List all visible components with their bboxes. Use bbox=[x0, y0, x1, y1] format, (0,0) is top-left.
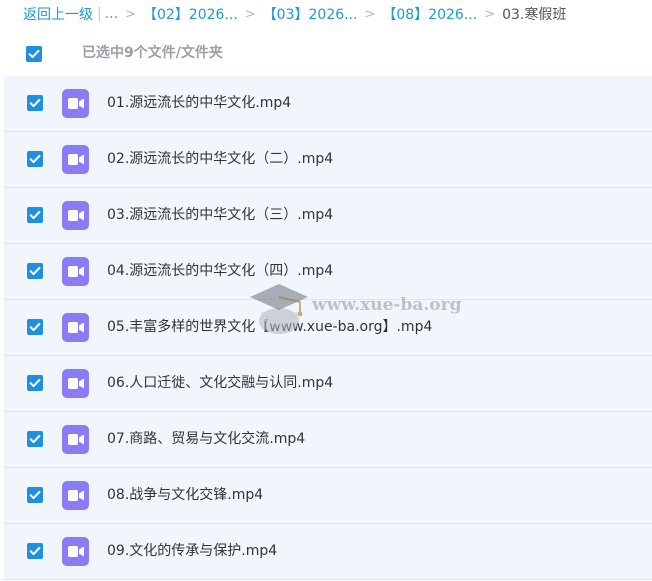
file-row[interactable]: 05.丰富多样的世界文化【www.xue-ba.org】.mp4 bbox=[4, 300, 652, 356]
video-file-icon bbox=[62, 481, 89, 510]
file-checkbox[interactable] bbox=[27, 487, 43, 503]
file-checkbox[interactable] bbox=[27, 95, 43, 111]
breadcrumb-separator: > bbox=[244, 6, 256, 22]
checkmark-icon bbox=[29, 322, 41, 332]
file-name[interactable]: 03.源远流长的中华文化（三）.mp4 bbox=[107, 188, 333, 243]
file-row[interactable]: 04.源远流长的中华文化（四）.mp4 bbox=[4, 244, 652, 300]
file-list: 01.源远流长的中华文化.mp4 02.源远流长的中华文化（二）.mp4 03.… bbox=[4, 76, 652, 580]
selection-count-label: 已选中9个文件/文件夹 bbox=[82, 45, 223, 61]
file-row[interactable]: 09.文化的传承与保护.mp4 bbox=[4, 524, 652, 580]
file-row[interactable]: 06.人口迁徙、文化交融与认同.mp4 bbox=[4, 356, 652, 412]
checkmark-icon bbox=[29, 378, 41, 388]
video-file-icon bbox=[62, 537, 89, 566]
file-checkbox[interactable] bbox=[27, 431, 43, 447]
video-file-icon bbox=[62, 89, 89, 118]
file-checkbox[interactable] bbox=[27, 319, 43, 335]
checkmark-icon bbox=[29, 546, 41, 556]
breadcrumb-separator: > bbox=[484, 6, 496, 22]
file-checkbox[interactable] bbox=[27, 151, 43, 167]
breadcrumb-separator: > bbox=[125, 6, 136, 22]
selection-header: 已选中9个文件/文件夹 bbox=[0, 30, 652, 76]
file-checkbox[interactable] bbox=[27, 543, 43, 559]
breadcrumb-item-1[interactable]: 【02】2026... bbox=[143, 4, 238, 24]
file-checkbox[interactable] bbox=[27, 263, 43, 279]
video-file-icon bbox=[62, 425, 89, 454]
file-row[interactable]: 07.商路、贸易与文化交流.mp4 bbox=[4, 412, 652, 468]
file-name[interactable]: 06.人口迁徙、文化交融与认同.mp4 bbox=[107, 356, 333, 411]
breadcrumb: 返回上一级 | ... > 【02】2026... > 【03】2026... … bbox=[23, 0, 566, 28]
file-name[interactable]: 08.战争与文化交锋.mp4 bbox=[107, 468, 263, 523]
file-checkbox[interactable] bbox=[27, 207, 43, 223]
checkmark-icon bbox=[29, 490, 41, 500]
video-file-icon bbox=[62, 369, 89, 398]
back-link[interactable]: 返回上一级 bbox=[23, 4, 93, 24]
file-checkbox[interactable] bbox=[27, 375, 43, 391]
file-row[interactable]: 01.源远流长的中华文化.mp4 bbox=[4, 76, 652, 132]
file-name[interactable]: 01.源远流长的中华文化.mp4 bbox=[107, 76, 291, 131]
video-file-icon bbox=[62, 201, 89, 230]
checkmark-icon bbox=[29, 210, 41, 220]
video-file-icon bbox=[62, 313, 89, 342]
breadcrumb-ellipsis[interactable]: ... bbox=[105, 6, 118, 22]
file-name[interactable]: 09.文化的传承与保护.mp4 bbox=[107, 524, 277, 579]
file-browser: 返回上一级 | ... > 【02】2026... > 【03】2026... … bbox=[0, 0, 652, 581]
breadcrumb-item-2[interactable]: 【03】2026... bbox=[263, 4, 358, 24]
checkmark-icon bbox=[28, 49, 40, 59]
checkmark-icon bbox=[29, 154, 41, 164]
checkmark-icon bbox=[29, 98, 41, 108]
checkmark-icon bbox=[29, 434, 41, 444]
file-name[interactable]: 07.商路、贸易与文化交流.mp4 bbox=[107, 412, 305, 467]
breadcrumb-divider: | bbox=[97, 6, 102, 22]
file-name[interactable]: 02.源远流长的中华文化（二）.mp4 bbox=[107, 132, 333, 187]
file-row[interactable]: 03.源远流长的中华文化（三）.mp4 bbox=[4, 188, 652, 244]
breadcrumb-current: 03.寒假班 bbox=[502, 7, 567, 23]
file-name[interactable]: 05.丰富多样的世界文化【www.xue-ba.org】.mp4 bbox=[107, 300, 432, 355]
file-name[interactable]: 04.源远流长的中华文化（四）.mp4 bbox=[107, 244, 333, 299]
checkmark-icon bbox=[29, 266, 41, 276]
file-row[interactable]: 02.源远流长的中华文化（二）.mp4 bbox=[4, 132, 652, 188]
file-row[interactable]: 08.战争与文化交锋.mp4 bbox=[4, 468, 652, 524]
video-file-icon bbox=[62, 257, 89, 286]
select-all-checkbox[interactable] bbox=[26, 46, 42, 62]
video-file-icon bbox=[62, 145, 89, 174]
breadcrumb-separator: > bbox=[364, 6, 376, 22]
breadcrumb-item-3[interactable]: 【08】2026... bbox=[382, 4, 477, 24]
